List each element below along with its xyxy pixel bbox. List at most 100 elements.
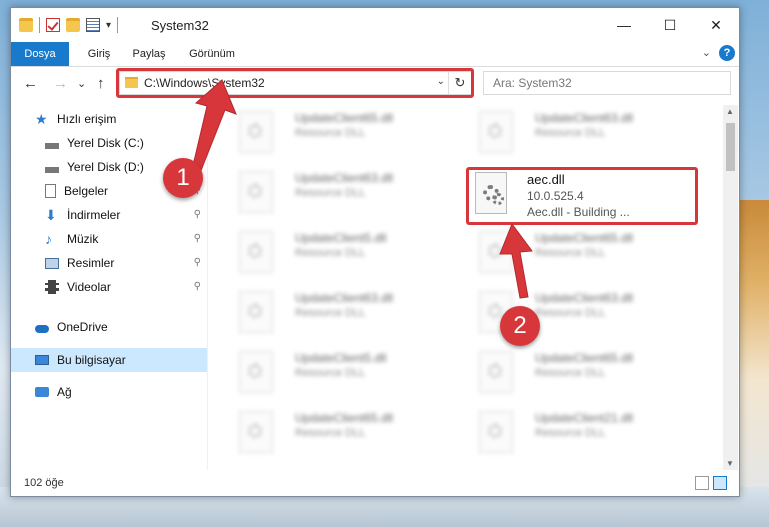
ribbon-tabs: Dosya Giriş Paylaş Görünüm ⌄ ? [11, 42, 739, 67]
window-controls: — ☐ ✕ [601, 8, 739, 42]
tab-view[interactable]: Görünüm [181, 42, 243, 66]
tab-file[interactable]: Dosya [11, 42, 69, 66]
sidebar-item-label: Resimler [67, 256, 115, 270]
list-item[interactable]: UpdateClient63.dll Resource DLL [233, 287, 433, 343]
scroll-down-icon[interactable]: ▼ [726, 459, 734, 468]
vertical-scrollbar[interactable]: ▲ ▼ [723, 105, 738, 470]
file-name: UpdateClient65.dll [295, 111, 394, 125]
file-name: UpdateClient65.dll [295, 411, 394, 425]
list-item[interactable]: UpdateClient65.dll Resource DLL [473, 347, 673, 403]
file-name: UpdateClient5.dll [295, 351, 387, 365]
recent-locations-icon[interactable]: ⌄ [77, 77, 86, 90]
file-name: UpdateClient63.dll [295, 171, 394, 185]
drive-icon [45, 143, 59, 149]
rename-icon[interactable] [86, 18, 100, 32]
list-item[interactable]: UpdateClient5.dll Resource DLL [233, 347, 433, 403]
file-icon [479, 411, 513, 453]
tab-home[interactable]: Giriş [77, 42, 121, 66]
sidebar-item-quick-access[interactable]: ★ Hızlı erişim [11, 107, 207, 131]
tiles-view-icon[interactable] [713, 476, 727, 490]
file-description: Resource DLL [535, 127, 606, 139]
title-bar: ▾ System32 — ☐ ✕ [11, 8, 739, 42]
navigation-bar: ← → ⌄ ↑ C:\Windows\System32 ⌄ ↻ Ara: Sys… [11, 67, 739, 101]
details-view-icon[interactable] [695, 476, 709, 490]
file-name: UpdateClient65.dll [535, 351, 634, 365]
file-name: aec.dll [527, 172, 565, 187]
pin-icon[interactable]: ⚲ [194, 257, 201, 268]
scroll-up-icon[interactable]: ▲ [726, 107, 734, 116]
list-item[interactable]: UpdateClient63.dll Resource DLL [473, 107, 673, 163]
customize-toolbar-icon[interactable]: ▾ [106, 20, 111, 31]
sidebar-item-disk-c[interactable]: Yerel Disk (C:) [11, 131, 207, 155]
up-arrow-icon[interactable]: ↑ [97, 75, 105, 92]
cloud-icon [35, 325, 49, 333]
sidebar-item-downloads[interactable]: ⬇ İndirmeler ⚲ [11, 203, 207, 227]
file-name: UpdateClient63.dll [535, 291, 634, 305]
list-item[interactable]: UpdateClient65.dll Resource DLL [233, 107, 433, 163]
new-folder-icon[interactable] [66, 18, 80, 32]
gear-icon [492, 193, 504, 205]
list-item[interactable]: UpdateClient21.dll Resource DLL [473, 407, 673, 463]
sidebar-item-label: Ağ [57, 385, 72, 399]
step-badge-2: 2 [500, 306, 540, 346]
list-item[interactable]: UpdateClient65.dll Resource DLL [233, 407, 433, 463]
sidebar-item-this-pc[interactable]: Bu bilgisayar [11, 348, 207, 372]
pin-icon[interactable]: ⚲ [194, 233, 201, 244]
address-highlight [116, 68, 474, 98]
search-placeholder: Ara: System32 [493, 76, 572, 90]
file-name: UpdateClient5.dll [295, 231, 387, 245]
pane-divider[interactable] [207, 105, 208, 470]
list-item[interactable]: UpdateClient5.dll Resource DLL [233, 227, 433, 283]
help-icon[interactable]: ? [719, 45, 735, 61]
properties-check-icon[interactable] [46, 18, 60, 32]
file-description: Resource DLL [295, 187, 366, 199]
sidebar-item-videos[interactable]: Videolar ⚲ [11, 275, 207, 299]
file-description: Resource DLL [535, 307, 606, 319]
file-description: Resource DLL [535, 427, 606, 439]
folder-icon[interactable] [19, 18, 33, 32]
star-icon: ★ [35, 111, 48, 127]
file-icon [239, 171, 273, 213]
tab-share[interactable]: Paylaş [125, 42, 173, 66]
dll-file-icon [475, 172, 507, 214]
file-description: Resource DLL [295, 127, 366, 139]
maximize-button[interactable]: ☐ [647, 8, 693, 42]
expand-ribbon-icon[interactable]: ⌄ [702, 46, 711, 59]
pictures-icon [45, 257, 59, 269]
pin-icon[interactable]: ⚲ [194, 281, 201, 292]
explorer-window: ▾ System32 — ☐ ✕ Dosya Giriş Paylaş Görü… [10, 7, 740, 497]
computer-icon [35, 355, 49, 365]
sidebar-item-network[interactable]: Ağ [11, 380, 207, 404]
music-icon: ♪ [45, 231, 52, 247]
file-version: 10.0.525.4 [527, 189, 584, 203]
back-arrow-icon[interactable]: ← [23, 75, 38, 92]
scrollbar-thumb[interactable] [726, 123, 735, 171]
selected-file-aec-dll[interactable]: aec.dll 10.0.525.4 Aec.dll - Building ..… [471, 170, 691, 224]
list-item[interactable]: UpdateClient65.dll Resource DLL [473, 227, 673, 283]
file-icon [239, 291, 273, 333]
forward-arrow-icon[interactable]: → [53, 75, 68, 92]
sidebar-item-onedrive[interactable]: OneDrive [11, 315, 207, 339]
video-icon [45, 280, 59, 294]
sidebar-item-label: Müzik [67, 232, 99, 246]
file-description: Resource DLL [295, 367, 366, 379]
file-name: UpdateClient65.dll [535, 231, 634, 245]
window-title: System32 [151, 18, 209, 33]
sidebar-item-label: Videolar [67, 280, 111, 294]
list-item[interactable]: UpdateClient63.dll Resource DLL [233, 167, 433, 223]
sidebar-item-music[interactable]: ♪ Müzik ⚲ [11, 227, 207, 251]
search-input[interactable]: Ara: System32 [483, 71, 731, 95]
file-icon [239, 411, 273, 453]
file-icon [239, 111, 273, 153]
view-switcher [695, 476, 727, 490]
toolbar-separator [39, 17, 40, 33]
sidebar-item-label: OneDrive [57, 320, 108, 334]
status-bar: 102 öğe [11, 472, 739, 496]
file-description: Resource DLL [535, 367, 606, 379]
pin-icon[interactable]: ⚲ [194, 209, 201, 220]
sidebar-item-label: Yerel Disk (C:) [67, 136, 144, 150]
close-button[interactable]: ✕ [693, 8, 739, 42]
minimize-button[interactable]: — [601, 8, 647, 42]
file-icon [479, 351, 513, 393]
sidebar-item-pictures[interactable]: Resimler ⚲ [11, 251, 207, 275]
